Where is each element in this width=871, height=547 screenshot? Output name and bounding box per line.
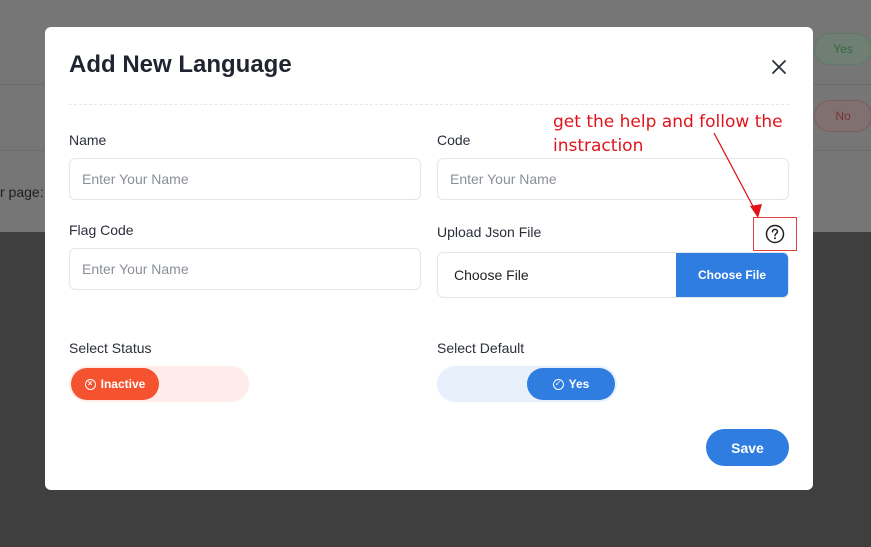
background-page-text: r page: [0, 184, 44, 200]
default-toggle-knob: ✓ Yes [527, 368, 615, 400]
code-input[interactable] [437, 158, 789, 200]
file-input-text: Choose File [454, 267, 529, 283]
status-value: Inactive [100, 377, 146, 391]
name-input[interactable] [69, 158, 421, 200]
x-circle-icon: × [84, 378, 96, 390]
help-highlight-box [753, 217, 797, 251]
default-toggle[interactable]: ✓ Yes [437, 366, 617, 402]
check-circle-icon: ✓ [552, 378, 564, 390]
add-language-modal: Add New Language Name Code Flag Code Upl… [45, 27, 813, 490]
flag-code-input[interactable] [69, 248, 421, 290]
upload-json-label: Upload Json File [437, 224, 542, 240]
help-circle-icon[interactable] [765, 224, 785, 244]
close-button[interactable] [767, 55, 791, 79]
name-label: Name [69, 132, 107, 148]
status-toggle-knob: × Inactive [71, 368, 159, 400]
code-label: Code [437, 132, 471, 148]
status-toggle[interactable]: × Inactive [69, 366, 249, 402]
choose-file-button[interactable]: Choose File [676, 253, 788, 297]
modal-divider [69, 104, 789, 105]
modal-title: Add New Language [69, 51, 292, 78]
select-default-label: Select Default [437, 340, 525, 356]
save-button[interactable]: Save [706, 429, 789, 466]
help-annotation-text: get the help and follow the instraction [553, 112, 783, 156]
flag-code-label: Flag Code [69, 222, 134, 238]
select-status-label: Select Status [69, 340, 152, 356]
json-file-input[interactable]: Choose File Choose File [437, 252, 789, 298]
default-value: Yes [568, 377, 590, 391]
background-yes-badge: Yes [814, 33, 871, 65]
close-icon[interactable] [771, 59, 787, 75]
background-no-badge: No [814, 100, 871, 132]
